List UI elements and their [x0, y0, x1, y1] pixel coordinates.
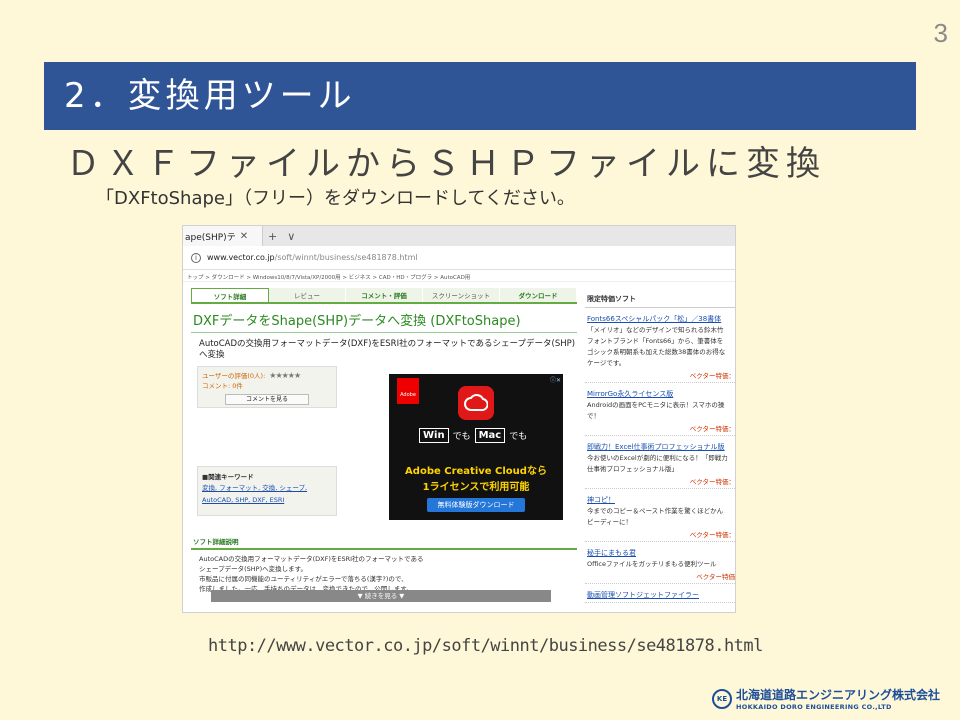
show-more-button[interactable]: ▼ 続きを見る ▼ — [211, 590, 551, 602]
ad-choices-icon[interactable]: ⓘ✕ — [550, 375, 561, 384]
sidebar-text: ピーディーに！ — [587, 518, 633, 526]
ad-devices: Win でも Mac でも — [419, 428, 527, 443]
mac-monitor-icon: Mac — [474, 428, 506, 443]
breadcrumb[interactable]: トップ > ダウンロード > Windows10/8/7/Vista/XP/20… — [183, 270, 735, 282]
win-monitor-icon: Win — [419, 428, 449, 443]
sidebar-text: ケージです。 — [587, 359, 626, 367]
keyword-title: ■関連キーワード — [202, 473, 254, 481]
address-url[interactable]: www.vector.co.jp/soft/winnt/business/se4… — [207, 253, 418, 262]
ad-subline: 1ライセンスで利用可能 — [422, 482, 530, 493]
instruction-text: 「DXFtoShape」（フリー）をダウンロードしてください。 — [96, 188, 575, 209]
sidebar-price: ベクター特価： — [689, 372, 735, 380]
close-icon[interactable]: ✕ — [240, 231, 248, 242]
company-logo: KE 北海道道路エンジニアリング株式会社 HOKKAIDO DORO ENGIN… — [712, 686, 940, 711]
sidebar: 限定特価ソフト Fonts66スペシャルパック「松」／38書体 「メイリオ」など… — [585, 288, 735, 612]
company-name-en: HOKKAIDO DORO ENGINEERING CO.,LTD — [736, 703, 892, 711]
browser-tabbar: ape(SHP)テ ✕ + ∨ — [183, 226, 735, 246]
sidebar-price: ベクター特価： — [689, 531, 735, 539]
software-heading: DXFデータをShape(SHP)データへ変換 (DXFtoShape) — [191, 310, 577, 333]
sidebar-item: 秘手にまもる君 Officeファイルをガッチリまもる便利ツール ベクター特価 — [585, 542, 735, 584]
comment-count: コメント: 0件 — [202, 382, 243, 390]
tab-list-chevron-icon[interactable]: ∨ — [282, 230, 300, 243]
new-tab-icon[interactable]: + — [263, 230, 282, 243]
browser-screenshot: ape(SHP)テ ✕ + ∨ i www.vector.co.jp/soft/… — [182, 225, 736, 613]
sidebar-item: Fonts66スペシャルパック「松」／38書体 「メイリオ」などのデザインで知ら… — [585, 308, 735, 383]
site-tabs: ソフト詳細 レビュー コメント・評価 スクリーンショット ダウンロード — [191, 288, 577, 304]
sidebar-link[interactable]: 動画管理ソフトジェットファイラー — [587, 590, 735, 600]
sidebar-title: 限定特価ソフト — [585, 288, 735, 308]
creative-cloud-icon — [458, 386, 494, 420]
source-url: http://www.vector.co.jp/soft/winnt/busin… — [208, 636, 763, 656]
adobe-ad[interactable]: ⓘ✕ Adobe Win でも Mac でも Adobe Creative Cl… — [389, 374, 563, 520]
sidebar-item: 神コピ！ 今までのコピー＆ペースト作業を驚くほどかん ピーディーに！ ベクター特… — [585, 489, 735, 542]
sidebar-text: 「メイリオ」などのデザインで知られる鈴木竹 — [587, 326, 724, 334]
detail-line: 市販品に付属の同機能のユーティリティがエラーで落ちる(漢字?)ので、 — [199, 575, 408, 583]
sidebar-text: 今お使いのExcelが劇的に便利になる！「即戦力 — [587, 454, 728, 462]
tab-review[interactable]: レビュー — [269, 288, 346, 302]
address-path: /soft/winnt/business/se481878.html — [274, 253, 418, 262]
rating-label: ユーザーの評価(0人): — [202, 372, 266, 380]
sidebar-price: ベクター特価： — [689, 425, 735, 433]
sidebar-text: 今までのコピー＆ペースト作業を驚くほどかん — [587, 507, 724, 515]
tab-download[interactable]: ダウンロード — [500, 288, 577, 302]
sidebar-link[interactable]: MirrorGo永久ライセンス版 — [587, 389, 735, 399]
address-bar[interactable]: i www.vector.co.jp/soft/winnt/business/s… — [183, 246, 735, 270]
adobe-logo: Adobe — [397, 378, 419, 404]
sidebar-text: ゴシック系明朝系も加えた総数38書体のお得な — [587, 348, 726, 356]
ad-demo-2: でも — [509, 432, 528, 442]
star-rating: ★★★★★ — [269, 371, 301, 380]
browser-tab-title: ape(SHP)テ — [185, 232, 236, 243]
sidebar-item: MirrorGo永久ライセンス版 Androidの画面をPCモニタに表示！スマホ… — [585, 383, 735, 436]
keyword-box: ■関連キーワード 変換, フォーマット, 交換, シェープ, AutoCAD, … — [197, 466, 337, 516]
sidebar-item: 即戦力！Excel仕事術プロフェッショナル版 今お使いのExcelが劇的に便利に… — [585, 436, 735, 489]
ad-headline: Adobe Creative Cloudなら — [405, 466, 547, 477]
sidebar-text: フォントブランド「Fonts66」から、筆書体を — [587, 337, 724, 345]
sidebar-text: Androidの画面をPCモニタに表示！スマホの操 — [587, 401, 725, 409]
sidebar-link[interactable]: 即戦力！Excel仕事術プロフェッショナル版 — [587, 442, 735, 452]
detail-line: AutoCADの交換用フォーマットデータ(DXF)をESRI社のフォーマットであ… — [199, 555, 424, 563]
browser-tab[interactable]: ape(SHP)テ ✕ — [183, 226, 263, 246]
rating-line: ユーザーの評価(0人): ★★★★★ — [202, 370, 332, 380]
info-icon[interactable]: i — [191, 252, 201, 263]
page-number: 3 — [933, 18, 948, 48]
keyword-links-1[interactable]: 変換, フォーマット, 交換, シェープ, — [202, 483, 332, 493]
main-content: ソフト詳細 レビュー コメント・評価 スクリーンショット ダウンロード DXFデ… — [191, 288, 577, 612]
sidebar-price: ベクター特価： — [689, 478, 735, 486]
section-title: 2．変換用ツール — [44, 62, 916, 130]
address-host: www.vector.co.jp — [207, 253, 275, 262]
detail-section: ソフト詳細説明 AutoCADの交換用フォーマットデータ(DXF)をESRI社の… — [191, 536, 577, 602]
ad-download-button[interactable]: 無料体験版ダウンロード — [427, 498, 525, 512]
sidebar-link[interactable]: Fonts66スペシャルパック「松」／38書体 — [587, 314, 735, 324]
tab-screenshots[interactable]: スクリーンショット — [423, 288, 500, 302]
detail-line: シェープデータ(SHP)へ変換します。 — [199, 565, 307, 573]
sidebar-link[interactable]: 神コピ！ — [587, 495, 735, 505]
sidebar-text: Officeファイルをガッチリまもる便利ツール — [587, 560, 717, 568]
detail-title: ソフト詳細説明 — [191, 536, 577, 550]
sidebar-text: で！ — [587, 412, 600, 420]
tab-software-details[interactable]: ソフト詳細 — [191, 288, 269, 302]
company-name-ja: 北海道道路エンジニアリング株式会社 — [736, 688, 941, 702]
software-description: AutoCADの交換用フォーマットデータ(DXF)をESRI社のフォーマットであ… — [199, 339, 576, 360]
sidebar-text: 仕事術プロフェッショナル版」 — [587, 465, 678, 473]
company-mark-icon: KE — [712, 688, 732, 709]
tab-comments[interactable]: コメント・評価 — [346, 288, 423, 302]
rating-box: ユーザーの評価(0人): ★★★★★ コメント: 0件 コメントを見る — [197, 366, 337, 408]
keyword-links-2[interactable]: AutoCAD, SHP, DXF, ESRI — [202, 495, 332, 505]
view-comments-button[interactable]: コメントを見る — [225, 394, 309, 405]
ad-demo-1: でも — [452, 432, 471, 442]
sidebar-price: ベクター特価 — [696, 573, 735, 581]
slide-subtitle: ＤＸＦファイルからＳＨＰファイルに変換 — [66, 144, 826, 184]
sidebar-link[interactable]: 秘手にまもる君 — [587, 548, 735, 558]
sidebar-item: 動画管理ソフトジェットファイラー — [585, 584, 735, 603]
